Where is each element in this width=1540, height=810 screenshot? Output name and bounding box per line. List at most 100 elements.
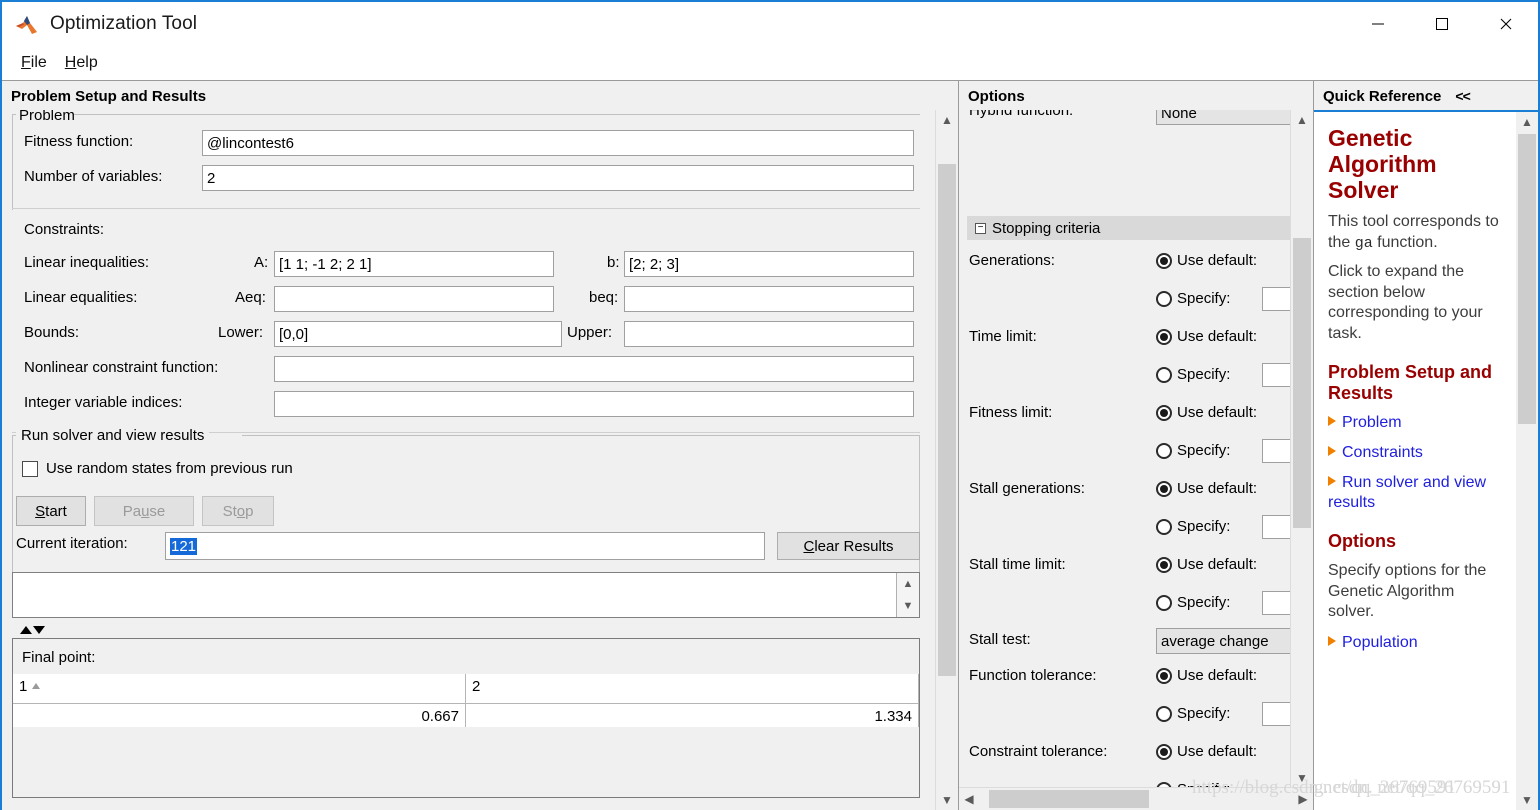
bounds-lower-input[interactable]	[274, 321, 562, 347]
stall-time-limit-specify-row[interactable]: Specify:	[1156, 594, 1230, 611]
quick-reference-heading: Genetic Algorithm Solver	[1328, 125, 1437, 203]
function-tolerance-use-default-row[interactable]: Use default:	[1156, 667, 1257, 684]
time-limit-specify-radio[interactable]	[1156, 366, 1172, 383]
problem-setup-scroll-thumb[interactable]	[938, 164, 956, 676]
final-point-column-header-2[interactable]: 2	[466, 674, 919, 704]
use-random-states-checkbox[interactable]	[22, 460, 38, 477]
stop-button[interactable]: Stop	[202, 496, 274, 526]
stall-test-select[interactable]: average change	[1156, 628, 1291, 654]
options-scroll-thumb[interactable]	[1293, 238, 1311, 528]
stall-generations-specify-input[interactable]	[1262, 515, 1291, 539]
results-spinner[interactable]: ▲ ▼	[896, 573, 919, 617]
quick-reference-panel: Genetic Algorithm Solver This tool corre…	[1314, 110, 1538, 810]
results-splitter[interactable]	[12, 622, 928, 638]
quick-reference-link-population[interactable]: Population	[1328, 633, 1500, 653]
options-scroll-left-icon[interactable]: ◀	[959, 788, 979, 810]
integer-variable-indices-input[interactable]	[274, 391, 914, 417]
constraints-heading: Constraints:	[24, 221, 105, 238]
options-scroll-up-icon[interactable]: ▲	[1291, 110, 1313, 130]
stall-time-limit-specify-radio[interactable]	[1156, 594, 1172, 611]
quick-reference-scroll-thumb[interactable]	[1518, 134, 1536, 424]
stall-generations-specify-radio[interactable]	[1156, 518, 1172, 535]
quick-reference-link-problem[interactable]: Problem	[1328, 413, 1500, 433]
clear-results-button[interactable]: Clear Results	[777, 532, 920, 560]
quick-reference-link-constraints[interactable]: Constraints	[1328, 443, 1500, 463]
generations-use-default-row[interactable]: Use default:	[1156, 252, 1257, 269]
fitness-limit-use-default-label: Use default:	[1177, 404, 1258, 421]
use-random-states-row[interactable]: Use random states from previous run	[22, 460, 293, 477]
options-scroll-area: Hybrid function: None − Stopping criteri…	[959, 110, 1291, 788]
optimization-tool-window: Optimization Tool File Help Problem Setu…	[0, 0, 1540, 810]
quick-reference-collapse-button[interactable]: <<	[1455, 88, 1470, 104]
quick-reference-scrollbar[interactable]: ▲ ▼	[1516, 112, 1538, 810]
time-limit-specify-row[interactable]: Specify:	[1156, 366, 1230, 383]
linear-equalities-label: Linear equalities:	[24, 289, 138, 306]
stall-generations-use-default-radio[interactable]	[1156, 480, 1172, 497]
hybrid-function-value: None	[1161, 110, 1197, 122]
fitness-limit-use-default-radio[interactable]	[1156, 404, 1172, 421]
splitter-collapse-up-icon[interactable]	[20, 626, 32, 634]
maximize-button[interactable]	[1410, 2, 1474, 46]
minimize-button[interactable]	[1346, 2, 1410, 46]
close-button[interactable]	[1474, 2, 1538, 46]
stall-test-label: Stall test:	[969, 631, 1031, 648]
menu-file[interactable]: File	[12, 51, 56, 75]
constraint-tolerance-use-default-radio[interactable]	[1156, 743, 1172, 760]
menu-help[interactable]: Help	[56, 51, 107, 75]
linear-equalities-aeq-input[interactable]	[274, 286, 554, 312]
fitness-limit-specify-row[interactable]: Specify:	[1156, 442, 1230, 459]
generations-use-default-radio[interactable]	[1156, 252, 1172, 269]
time-limit-use-default-row[interactable]: Use default:	[1156, 328, 1257, 345]
stall-generations-specify-row[interactable]: Specify:	[1156, 518, 1230, 535]
generations-specify-input[interactable]	[1262, 287, 1291, 311]
problem-setup-scrollbar[interactable]: ▲ ▼	[935, 110, 958, 810]
bounds-upper-input[interactable]	[624, 321, 914, 347]
nonlinear-constraint-input[interactable]	[274, 356, 914, 382]
function-tolerance-specify-row[interactable]: Specify:	[1156, 705, 1230, 722]
linear-inequalities-a-input[interactable]	[274, 251, 554, 277]
fitness-limit-specify-input[interactable]	[1262, 439, 1291, 463]
stall-generations-use-default-row[interactable]: Use default:	[1156, 480, 1257, 497]
function-tolerance-specify-radio[interactable]	[1156, 705, 1172, 722]
quick-reference-content: Genetic Algorithm Solver This tool corre…	[1314, 112, 1514, 810]
function-tolerance-use-default-radio[interactable]	[1156, 667, 1172, 684]
generations-specify-row[interactable]: Specify:	[1156, 290, 1230, 307]
problem-setup-scroll-up-icon[interactable]: ▲	[936, 110, 958, 130]
time-limit-use-default-radio[interactable]	[1156, 328, 1172, 345]
pause-button[interactable]: Pause	[94, 496, 194, 526]
fitness-function-input[interactable]	[202, 130, 914, 156]
stall-time-limit-use-default-radio[interactable]	[1156, 556, 1172, 573]
quick-reference-scroll-up-icon[interactable]: ▲	[1516, 112, 1538, 132]
time-limit-use-default-label: Use default:	[1177, 328, 1258, 345]
stopping-criteria-section-header[interactable]: − Stopping criteria	[967, 216, 1291, 240]
fitness-limit-use-default-row[interactable]: Use default:	[1156, 404, 1257, 421]
results-spinner-up-icon[interactable]: ▲	[903, 578, 914, 590]
final-point-column-header-1[interactable]: 1	[13, 674, 466, 704]
linear-equalities-beq-input[interactable]	[624, 286, 914, 312]
number-of-variables-input[interactable]	[202, 165, 914, 191]
current-iteration-label: Current iteration:	[16, 535, 128, 552]
linear-inequalities-b-input[interactable]	[624, 251, 914, 277]
quick-reference-link-run-solver[interactable]: Run solver and view results	[1328, 473, 1500, 513]
hybrid-function-select[interactable]: None	[1156, 110, 1291, 125]
current-iteration-field[interactable]: 121	[165, 532, 765, 560]
stall-time-limit-use-default-row[interactable]: Use default:	[1156, 556, 1257, 573]
fitness-limit-specify-radio[interactable]	[1156, 442, 1172, 459]
options-vertical-scrollbar[interactable]: ▲ ▼	[1290, 110, 1313, 788]
time-limit-specify-input[interactable]	[1262, 363, 1291, 387]
quick-reference-scroll-down-icon[interactable]: ▼	[1516, 790, 1538, 810]
problem-setup-scroll-down-icon[interactable]: ▼	[936, 790, 958, 810]
stall-time-limit-specify-input[interactable]	[1262, 591, 1291, 615]
results-spinner-down-icon[interactable]: ▼	[903, 600, 914, 612]
collapse-expander-icon[interactable]: −	[975, 222, 986, 234]
function-tolerance-specify-input[interactable]	[1262, 702, 1291, 726]
constraint-tolerance-use-default-row[interactable]: Use default:	[1156, 743, 1257, 760]
sort-ascending-icon	[32, 683, 41, 689]
results-text-area[interactable]	[12, 572, 920, 618]
constraint-tolerance-label: Constraint tolerance:	[969, 743, 1108, 760]
splitter-collapse-down-icon[interactable]	[33, 626, 45, 634]
generations-specify-radio[interactable]	[1156, 290, 1172, 307]
start-button[interactable]: Start	[16, 496, 86, 526]
options-hscroll-thumb[interactable]	[989, 790, 1149, 808]
generations-specify-label: Specify:	[1177, 290, 1231, 307]
